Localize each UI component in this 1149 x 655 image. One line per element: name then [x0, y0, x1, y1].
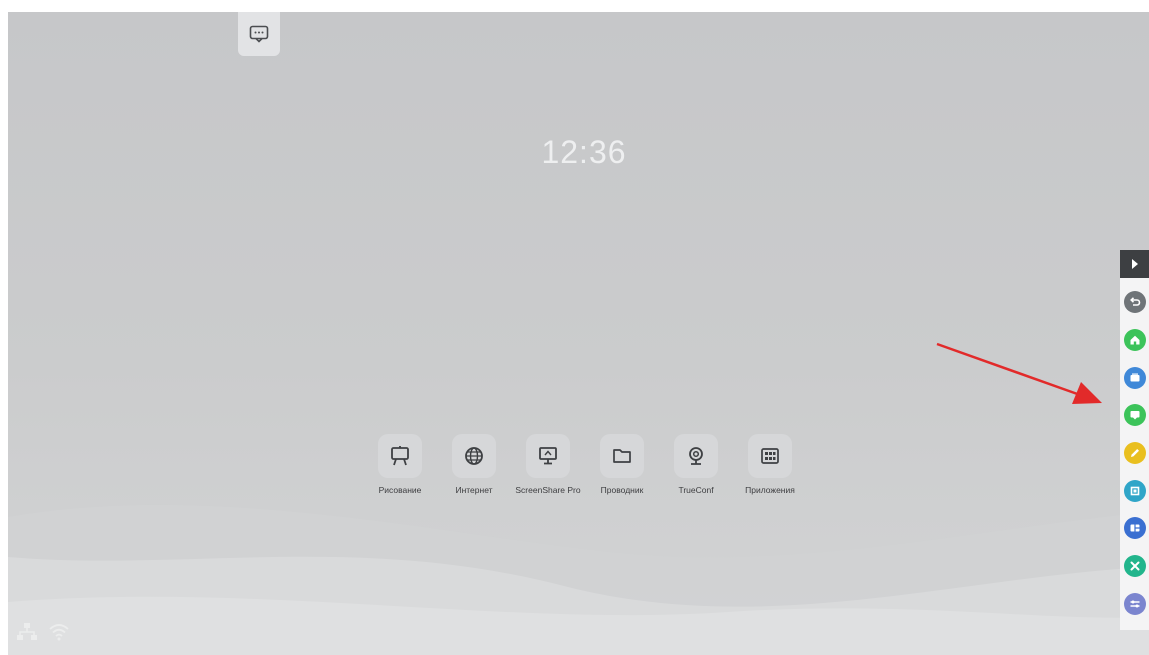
network-icon[interactable]	[16, 622, 38, 642]
app-drawing[interactable]: Рисование	[363, 434, 437, 495]
app-label: Рисование	[378, 485, 422, 495]
app-label: Проводник	[600, 485, 644, 495]
app-explorer[interactable]: Проводник	[585, 434, 659, 495]
globe-icon	[452, 434, 496, 478]
message-widget[interactable]	[238, 12, 280, 56]
sidebar-toggle-button[interactable]	[1120, 250, 1149, 278]
screenshot-button[interactable]	[1124, 480, 1146, 502]
app-screenshare[interactable]: ScreenShare Pro	[511, 434, 585, 495]
apps-grid-icon	[748, 434, 792, 478]
folder-icon	[600, 434, 644, 478]
settings-button[interactable]	[1124, 593, 1146, 615]
whiteboard-icon	[378, 434, 422, 478]
app-dock: Рисование Интернет ScreenShare Pro Прово…	[363, 434, 807, 495]
clock: 12:36	[541, 134, 627, 170]
status-bar	[16, 622, 70, 642]
app-label: TrueConf	[678, 485, 714, 495]
screenshot-icon	[1130, 486, 1140, 496]
home-icon	[1130, 335, 1140, 345]
tools-button[interactable]	[1124, 555, 1146, 577]
chat-icon	[1130, 411, 1140, 420]
app-internet[interactable]: Интернет	[437, 434, 511, 495]
windows-button[interactable]	[1124, 367, 1146, 389]
app-label: ScreenShare Pro	[515, 485, 581, 495]
app-trueconf[interactable]: TrueConf	[659, 434, 733, 495]
expand-arrow-icon	[1131, 259, 1138, 269]
home-button[interactable]	[1124, 329, 1146, 351]
webcam-icon	[674, 434, 718, 478]
screen-share-icon	[526, 434, 570, 478]
chat-button[interactable]	[1124, 404, 1146, 426]
split-screen-icon	[1130, 524, 1140, 532]
back-icon	[1130, 297, 1141, 306]
app-applications[interactable]: Приложения	[733, 434, 807, 495]
app-label: Интернет	[455, 485, 493, 495]
message-icon	[249, 25, 269, 43]
desktop-screen: 12:36 Рисование Интернет ScreenShare Pro…	[8, 12, 1149, 655]
pen-button[interactable]	[1124, 442, 1146, 464]
floating-sidebar	[1120, 250, 1149, 630]
wifi-icon[interactable]	[48, 622, 70, 642]
settings-icon	[1130, 600, 1140, 608]
pen-icon	[1131, 449, 1139, 457]
tools-icon	[1130, 561, 1140, 571]
background-waves	[8, 504, 1149, 655]
app-label: Приложения	[745, 485, 795, 495]
back-button[interactable]	[1124, 291, 1146, 313]
split-screen-button[interactable]	[1124, 517, 1146, 539]
windows-icon	[1130, 373, 1140, 382]
